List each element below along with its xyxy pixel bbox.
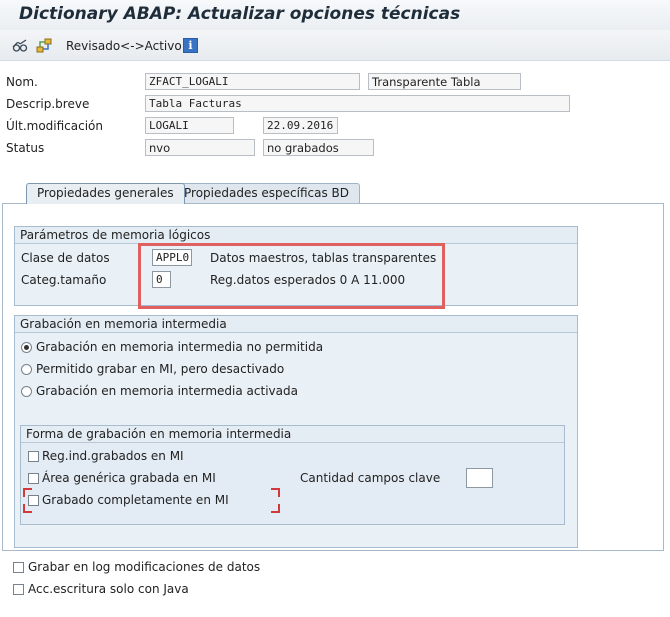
checkbox-java-only[interactable] [13,584,24,595]
hierarchy-icon[interactable] [36,38,52,54]
data-class-label: Clase de datos [21,251,110,265]
glasses-icon[interactable] [12,38,28,54]
table-type-field: Transparente Tabla [368,73,521,90]
status-value-field: nvo [145,139,255,156]
checkbox-log-changes[interactable] [13,562,24,573]
lastmod-user-field: LOGALI [145,117,234,134]
checkbox-generic-area-label: Área genérica grabada en MI [42,471,216,485]
toggle-revised-active-button[interactable]: Revisado<->Activo [66,39,182,53]
checkbox-generic-area[interactable] [28,473,39,484]
radio-buffering-not-allowed-label: Grabación en memoria intermedia no permi… [36,340,324,354]
tab-general-properties[interactable]: Propiedades generales [26,183,185,204]
lastmod-date-field: 22.09.2016 [263,117,338,134]
radio-buffering-active[interactable] [21,386,32,397]
radio-buffering-not-allowed[interactable] [21,342,32,353]
checkbox-log-changes-label: Grabar en log modificaciones de datos [28,560,261,574]
checkbox-single-records-label: Reg.ind.grabados en MI [42,449,184,463]
highlight-annotation [138,243,445,309]
page-title: Dictionary ABAP: Actualizar opciones téc… [19,4,461,24]
desc-label: Descrip.breve [6,97,90,111]
radio-buffering-allowed-off[interactable] [21,364,32,375]
focus-bracket-top-right [271,488,280,497]
checkbox-single-records[interactable] [28,451,39,462]
size-category-label: Categ.tamaño [21,273,107,287]
status-text-field: no grabados [263,139,374,156]
checkbox-fully-buffered-label: Grabado completamente en MI [42,493,229,507]
info-icon[interactable]: i [183,38,198,53]
buffering-title: Grabación en memoria intermedia [15,316,577,333]
checkbox-java-only-label: Acc.escritura solo con Java [28,582,189,596]
focus-bracket-bottom-left [23,504,32,513]
focus-bracket-bottom-right [271,504,280,513]
key-fields-label: Cantidad campos clave [300,471,441,485]
memory-params-title: Parámetros de memoria lógicos [15,227,577,244]
status-label: Status [6,141,45,155]
name-label: Nom. [6,75,38,89]
lastmod-label: Últ.modificación [6,119,104,133]
name-field[interactable]: ZFACT_LOGALI [145,73,360,90]
radio-buffering-active-label: Grabación en memoria intermedia activada [36,384,298,398]
desc-field[interactable]: Tabla Facturas [145,95,570,112]
buffering-type-title: Forma de grabación en memoria intermedia [21,426,564,443]
key-fields-input[interactable] [466,468,493,488]
radio-buffering-allowed-off-label: Permitido grabar en MI, pero desactivado [36,362,285,376]
tab-db-specific-properties[interactable]: Propiedades específicas BD [173,183,361,203]
focus-bracket-top-left [23,488,32,497]
